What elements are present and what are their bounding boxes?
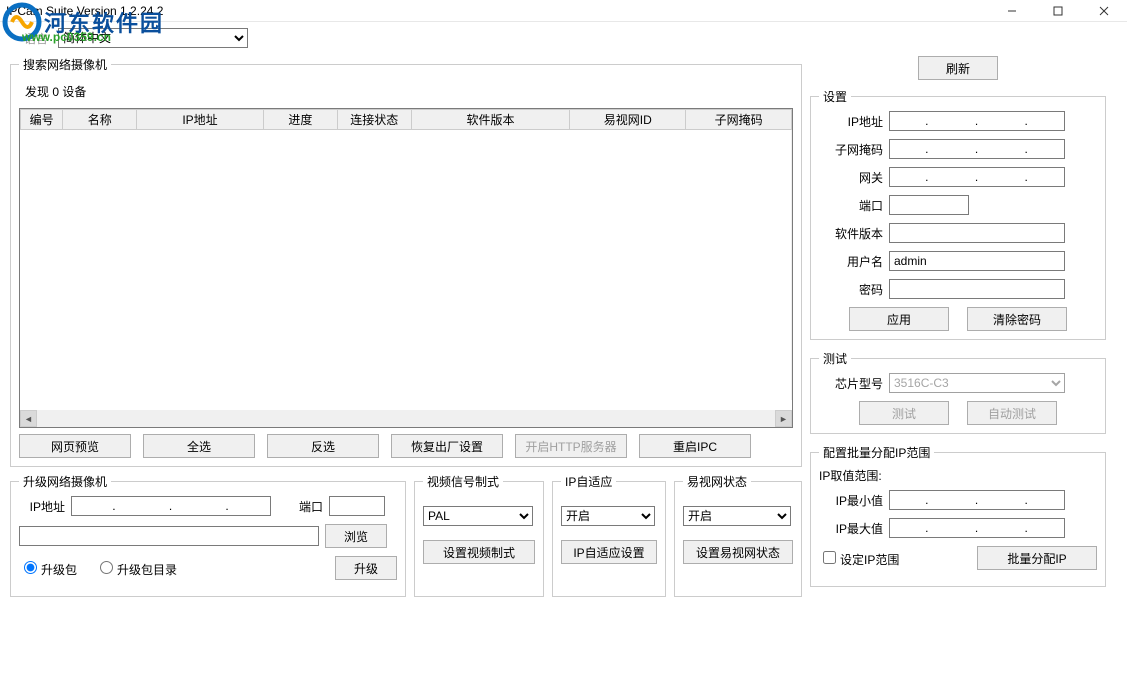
video-fieldset: 视频信号制式 PAL 设置视频制式 xyxy=(414,473,544,597)
col-name[interactable]: 名称 xyxy=(63,110,137,130)
radio-dir[interactable]: 升级包目录 xyxy=(95,558,177,578)
upgrade-fieldset: 升级网络摄像机 IP地址 ... 端口 浏览 升级包 升级包 xyxy=(10,473,406,597)
scroll-left-icon[interactable]: ◄ xyxy=(20,410,37,427)
test-fieldset: 测试 芯片型号 3516C-C3 测试 自动测试 xyxy=(810,350,1106,434)
settings-user-input[interactable] xyxy=(889,251,1065,271)
titlebar: IPCam Suite Version 1.2.24.2 xyxy=(0,0,1127,22)
batch-assign-button[interactable]: 批量分配IP xyxy=(977,546,1097,570)
ipauto-fieldset: IP自适应 开启 IP自适应设置 xyxy=(552,473,666,597)
col-mask[interactable]: 子网掩码 xyxy=(686,110,792,130)
col-yiid[interactable]: 易视网ID xyxy=(570,110,686,130)
maximize-button[interactable] xyxy=(1035,0,1081,22)
video-standard-select[interactable]: PAL xyxy=(423,506,533,526)
upgrade-ip-label: IP地址 xyxy=(19,498,65,515)
h-scrollbar[interactable]: ◄ ► xyxy=(20,410,792,427)
yistatus-fieldset: 易视网状态 开启 设置易视网状态 xyxy=(674,473,802,597)
settings-sw-input[interactable] xyxy=(889,223,1065,243)
ipauto-button[interactable]: IP自适应设置 xyxy=(561,540,657,564)
settings-mask-input[interactable]: ... xyxy=(889,139,1065,159)
batch-fieldset: 配置批量分配IP范围 IP取值范围: IP最小值... IP最大值... 设定I… xyxy=(810,444,1106,587)
reboot-ipc-button[interactable]: 重启IPC xyxy=(639,434,751,458)
upgrade-ip-input[interactable]: ... xyxy=(71,496,271,516)
device-table[interactable]: 编号 名称 IP地址 进度 连接状态 软件版本 易视网ID 子网掩码 ◄ xyxy=(19,108,793,428)
device-count: 发现 0 设备 xyxy=(25,83,793,100)
refresh-button[interactable]: 刷新 xyxy=(918,56,998,80)
settings-port-input[interactable] xyxy=(889,195,969,215)
col-sw[interactable]: 软件版本 xyxy=(411,110,569,130)
upgrade-port-label: 端口 xyxy=(287,498,323,515)
search-fieldset: 搜索网络摄像机 发现 0 设备 编号 名称 IP地址 进度 连接状态 软件版本 … xyxy=(10,56,802,467)
set-range-checkbox[interactable]: 设定IP范围 xyxy=(819,548,899,568)
factory-reset-button[interactable]: 恢复出厂设置 xyxy=(391,434,503,458)
settings-fieldset: 设置 IP地址... 子网掩码... 网关... 端口 软件版本 用户名 密码 … xyxy=(810,88,1106,340)
col-id[interactable]: 编号 xyxy=(21,110,63,130)
http-server-button[interactable]: 开启HTTP服务器 xyxy=(515,434,627,458)
upgrade-file-input[interactable] xyxy=(19,526,319,546)
radio-package[interactable]: 升级包 xyxy=(19,558,77,578)
invert-select-button[interactable]: 反选 xyxy=(267,434,379,458)
range-label: IP取值范围: xyxy=(819,467,1097,484)
settings-gw-input[interactable]: ... xyxy=(889,167,1065,187)
upgrade-button[interactable]: 升级 xyxy=(335,556,397,580)
apply-button[interactable]: 应用 xyxy=(849,307,949,331)
web-preview-button[interactable]: 网页预览 xyxy=(19,434,131,458)
settings-ip-input[interactable]: ... xyxy=(889,111,1065,131)
language-label: 语言 xyxy=(24,30,48,47)
minimize-button[interactable] xyxy=(989,0,1035,22)
language-select[interactable]: 简体中文 xyxy=(58,28,248,48)
browse-button[interactable]: 浏览 xyxy=(325,524,387,548)
scroll-right-icon[interactable]: ► xyxy=(775,410,792,427)
clear-pwd-button[interactable]: 清除密码 xyxy=(967,307,1067,331)
select-all-button[interactable]: 全选 xyxy=(143,434,255,458)
col-conn[interactable]: 连接状态 xyxy=(337,110,411,130)
chip-select[interactable]: 3516C-C3 xyxy=(889,373,1065,393)
ipauto-select[interactable]: 开启 xyxy=(561,506,655,526)
ip-min-input[interactable]: ... xyxy=(889,490,1065,510)
auto-test-button[interactable]: 自动测试 xyxy=(967,401,1057,425)
ip-max-input[interactable]: ... xyxy=(889,518,1065,538)
yistatus-select[interactable]: 开启 xyxy=(683,506,791,526)
set-video-button[interactable]: 设置视频制式 xyxy=(423,540,535,564)
close-button[interactable] xyxy=(1081,0,1127,22)
yistatus-button[interactable]: 设置易视网状态 xyxy=(683,540,793,564)
col-ip[interactable]: IP地址 xyxy=(137,110,264,130)
window-title: IPCam Suite Version 1.2.24.2 xyxy=(6,4,163,18)
search-legend: 搜索网络摄像机 xyxy=(19,56,111,73)
settings-pwd-input[interactable] xyxy=(889,279,1065,299)
test-button[interactable]: 测试 xyxy=(859,401,949,425)
upgrade-port-input[interactable] xyxy=(329,496,385,516)
col-progress[interactable]: 进度 xyxy=(263,110,337,130)
